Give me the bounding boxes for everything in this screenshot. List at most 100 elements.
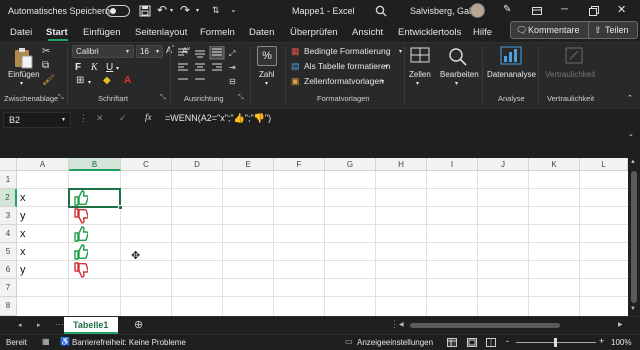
- redo-icon[interactable]: ↷: [180, 3, 190, 17]
- minimize-icon[interactable]: ─: [561, 4, 568, 15]
- comments-button[interactable]: 🗨 Kommentare: [510, 21, 598, 39]
- font-name-select[interactable]: Calibri ▾: [72, 45, 134, 58]
- avatar[interactable]: [470, 3, 485, 18]
- fill-color-icon[interactable]: ◆: [103, 75, 111, 86]
- row-header[interactable]: 3: [0, 207, 17, 225]
- page-break-view-icon[interactable]: [486, 338, 496, 347]
- expand-formula-icon[interactable]: ⌄: [628, 130, 634, 138]
- cells-icon[interactable]: [409, 46, 431, 66]
- display-settings-button[interactable]: Anzeigeeinstellungen: [357, 338, 433, 347]
- tab-data[interactable]: Daten: [249, 27, 274, 38]
- alignment-launcher-icon[interactable]: ⤡: [238, 94, 244, 102]
- column-header[interactable]: G: [325, 158, 376, 171]
- tab-developer[interactable]: Entwicklertools: [398, 27, 461, 38]
- scroll-down-icon[interactable]: ▼: [630, 306, 636, 312]
- column-header[interactable]: E: [223, 158, 274, 171]
- data-analysis-icon[interactable]: [500, 46, 522, 66]
- restore-icon[interactable]: [589, 6, 599, 16]
- undo-dropdown-icon[interactable]: ▾: [170, 7, 173, 14]
- share-button[interactable]: ⇪ Teilen: [588, 21, 638, 39]
- accessibility-status[interactable]: Barrierefreiheit: Keine Probleme: [72, 338, 186, 347]
- redo-dropdown-icon[interactable]: ▾: [196, 7, 199, 14]
- more-sheets-icon[interactable]: ⋯: [55, 319, 64, 330]
- zoom-level[interactable]: 100%: [611, 338, 631, 347]
- row-header[interactable]: 6: [0, 261, 17, 279]
- column-header[interactable]: H: [376, 158, 427, 171]
- sort-icon[interactable]: ⇅: [212, 5, 220, 16]
- cell-b5[interactable]: [69, 243, 121, 261]
- name-box[interactable]: B2 ▾: [3, 112, 71, 128]
- save-icon[interactable]: [139, 5, 151, 17]
- format-as-table-button[interactable]: Als Tabelle formatieren: [304, 61, 390, 71]
- row-header[interactable]: 4: [0, 225, 17, 243]
- select-all-button[interactable]: [0, 158, 17, 171]
- edit-label[interactable]: Bearbeiten: [440, 70, 479, 79]
- vertical-scroll-thumb[interactable]: [631, 171, 637, 303]
- undo-icon[interactable]: ↶: [157, 3, 167, 17]
- paste-label[interactable]: Einfügen: [8, 70, 40, 79]
- cut-icon[interactable]: ✂: [42, 46, 50, 57]
- column-header[interactable]: L: [580, 158, 628, 171]
- tab-file[interactable]: Datei: [10, 27, 32, 38]
- chevron-down-icon[interactable]: ▾: [385, 63, 388, 70]
- row-header[interactable]: 8: [0, 297, 17, 316]
- font-launcher-icon[interactable]: ⤡: [160, 94, 166, 102]
- horizontal-scrollbar[interactable]: ◀ ▶: [398, 320, 628, 331]
- pen-icon[interactable]: ✎: [503, 4, 511, 15]
- display-settings-icon[interactable]: ▭: [345, 337, 353, 346]
- insert-function-button[interactable]: fx: [145, 112, 152, 122]
- percent-icon[interactable]: %: [257, 46, 277, 66]
- cancel-icon[interactable]: ✕: [96, 113, 104, 124]
- borders-dropdown-icon[interactable]: ▾: [88, 79, 91, 86]
- number-dropdown-icon[interactable]: ▾: [265, 80, 268, 87]
- row-header[interactable]: 2: [0, 189, 17, 207]
- cell-a4[interactable]: x: [20, 225, 68, 243]
- column-header[interactable]: A: [17, 158, 69, 171]
- scroll-right-icon[interactable]: ▶: [618, 321, 623, 328]
- fill-handle[interactable]: [118, 205, 123, 210]
- tab-page-layout[interactable]: Seitenlayout: [135, 27, 187, 38]
- underline-button[interactable]: U: [106, 62, 113, 73]
- normal-view-icon[interactable]: [447, 338, 457, 347]
- cell-a6[interactable]: y: [20, 261, 68, 279]
- collapse-ribbon-icon[interactable]: ⌃: [627, 94, 633, 102]
- ribbon-display-icon[interactable]: [532, 7, 542, 15]
- format-painter-icon[interactable]: 🖌: [42, 75, 55, 86]
- cell-b4[interactable]: [69, 225, 121, 243]
- prev-sheet-icon[interactable]: ◂: [18, 321, 22, 329]
- column-header[interactable]: B: [69, 158, 121, 171]
- macro-record-icon[interactable]: ▦: [42, 337, 50, 346]
- column-header[interactable]: D: [172, 158, 223, 171]
- column-header[interactable]: C: [121, 158, 172, 171]
- data-analysis-button[interactable]: Datenanalyse: [487, 70, 536, 79]
- customize-qat-icon[interactable]: ⌄: [230, 5, 237, 14]
- underline-dropdown-icon[interactable]: ▾: [116, 65, 119, 72]
- edit-dropdown-icon[interactable]: ▾: [455, 80, 458, 87]
- column-header[interactable]: I: [427, 158, 478, 171]
- horizontal-scroll-thumb[interactable]: [410, 323, 560, 328]
- formula-input[interactable]: =WENN(A2="x";"👍";"👎"): [165, 113, 271, 124]
- tab-home[interactable]: Start: [46, 27, 68, 38]
- font-size-select[interactable]: 16 ▾: [136, 45, 163, 58]
- row-header[interactable]: 5: [0, 243, 17, 261]
- close-icon[interactable]: ✕: [617, 3, 626, 16]
- cell-a2[interactable]: x: [20, 189, 68, 207]
- search-icon[interactable]: [447, 46, 469, 66]
- page-layout-view-icon[interactable]: [467, 338, 477, 347]
- cond-format-button[interactable]: Bedingte Formatierung: [304, 46, 390, 56]
- cell-b6[interactable]: [69, 261, 121, 279]
- paste-icon[interactable]: [12, 47, 34, 69]
- clipboard-launcher-icon[interactable]: ⤡: [58, 94, 64, 102]
- bold-button[interactable]: F: [75, 62, 81, 73]
- next-sheet-icon[interactable]: ▸: [37, 321, 41, 329]
- cell-b3[interactable]: [69, 207, 121, 225]
- cells-dropdown-icon[interactable]: ▾: [416, 80, 419, 87]
- row-header[interactable]: 7: [0, 279, 17, 297]
- chevron-down-icon[interactable]: ▾: [399, 48, 402, 55]
- row-header[interactable]: 1: [0, 171, 17, 189]
- borders-icon[interactable]: ⊞: [76, 75, 84, 86]
- search-icon[interactable]: [375, 5, 387, 17]
- cell-styles-button[interactable]: Zellenformatvorlagen: [304, 76, 384, 86]
- sheet-tab[interactable]: Tabelle1: [64, 317, 118, 334]
- column-header[interactable]: J: [478, 158, 529, 171]
